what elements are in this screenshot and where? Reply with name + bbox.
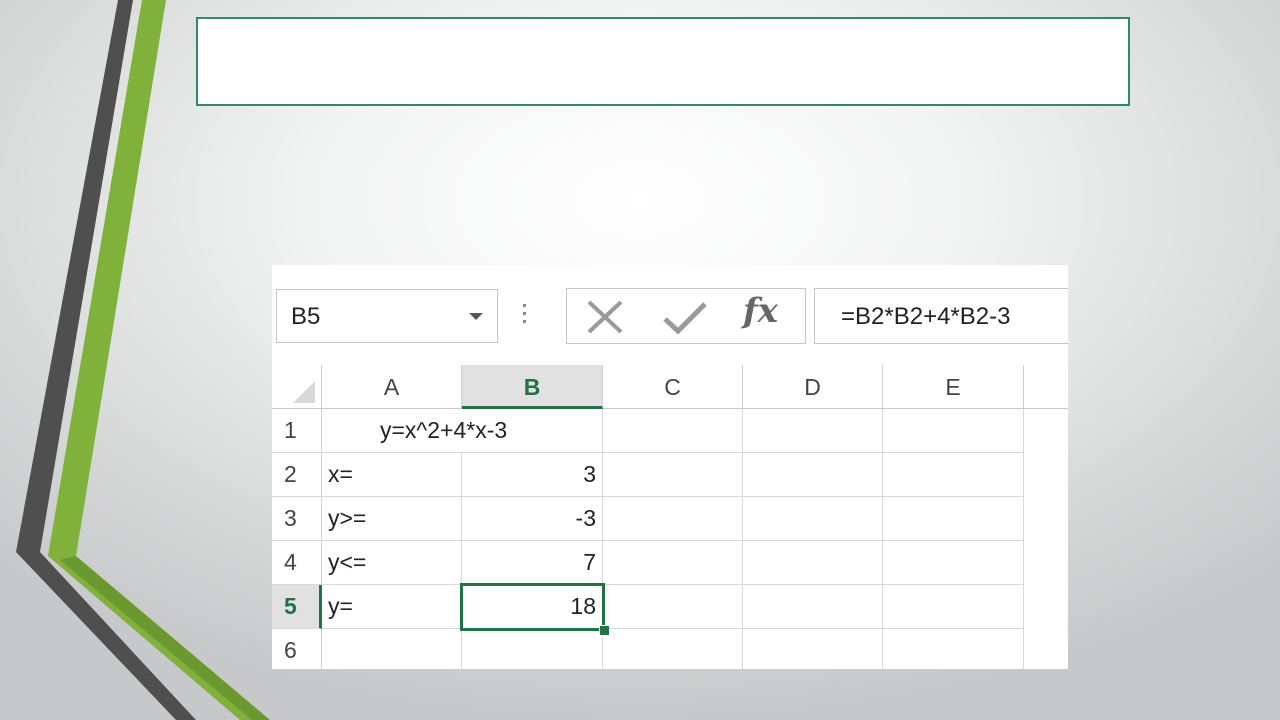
row-header-6[interactable]: 6 [272,629,322,669]
cell-a6[interactable] [322,629,462,669]
cell-b4[interactable]: 7 [462,541,603,585]
cell-a3[interactable]: y>= [322,497,462,541]
cell-d5[interactable] [743,585,883,629]
column-header-e[interactable]: E [883,365,1024,409]
cell-b3[interactable]: -3 [462,497,603,541]
cell-d6[interactable] [743,629,883,669]
row-header-4[interactable]: 4 [272,541,322,585]
cell-d4[interactable] [743,541,883,585]
cell-e6[interactable] [883,629,1024,669]
cell-c4[interactable] [603,541,743,585]
column-header-f[interactable] [1024,365,1068,409]
fx-icon[interactable]: fx [743,291,778,331]
cell-d1[interactable] [743,409,883,453]
row-header-1[interactable]: 1 [272,409,322,453]
cell-e1[interactable] [883,409,1024,453]
x-icon[interactable] [585,299,625,335]
formula-bar: B5 fx =B2*B2+4*B2-3 [272,265,1068,365]
checkmark-icon[interactable] [662,301,708,335]
slide-title-box[interactable] [196,17,1130,106]
cell-a1[interactable]: y=x^2+4*x-3 [322,409,603,453]
cell-c6[interactable] [603,629,743,669]
column-header-b[interactable]: B [462,365,603,409]
cell-c3[interactable] [603,497,743,541]
cell-e4[interactable] [883,541,1024,585]
formula-input[interactable]: =B2*B2+4*B2-3 [814,288,1068,344]
row-header-2[interactable]: 2 [272,453,322,497]
cell-b2[interactable]: 3 [462,453,603,497]
column-header-a[interactable]: A [322,365,462,409]
select-all-button[interactable] [272,365,322,409]
cell-c5[interactable] [603,585,743,629]
column-header-d[interactable]: D [743,365,883,409]
name-box[interactable]: B5 [276,289,498,343]
chevron-down-icon[interactable] [469,313,483,320]
column-header-c[interactable]: C [603,365,743,409]
row-header-5[interactable]: 5 [272,585,322,629]
spreadsheet-grid: A B C D E 1 2 3 4 5 6 y=x^2+4*x-3 x= 3 y… [272,365,1068,669]
fill-handle[interactable] [599,625,610,636]
formula-text: =B2*B2+4*B2-3 [841,303,1011,330]
cell-e5[interactable] [883,585,1024,629]
row-header-3[interactable]: 3 [272,497,322,541]
cell-b5[interactable]: 18 [462,585,603,629]
cell-b6[interactable] [462,629,603,669]
drag-handle-icon[interactable] [523,301,527,331]
cell-d3[interactable] [743,497,883,541]
cell-e3[interactable] [883,497,1024,541]
cell-c1[interactable] [603,409,743,453]
cell-a4[interactable]: y<= [322,541,462,585]
cell-a5[interactable]: y= [322,585,462,629]
formula-buttons: fx [566,288,806,344]
cell-c2[interactable] [603,453,743,497]
cell-a2[interactable]: x= [322,453,462,497]
cell-a1-text: y=x^2+4*x-3 [380,417,508,443]
cell-e2[interactable] [883,453,1024,497]
spreadsheet-screenshot: B5 fx =B2*B2+4*B2-3 A B C D E 1 2 3 4 5 … [272,265,1068,669]
cell-d2[interactable] [743,453,883,497]
name-box-value: B5 [291,303,321,330]
